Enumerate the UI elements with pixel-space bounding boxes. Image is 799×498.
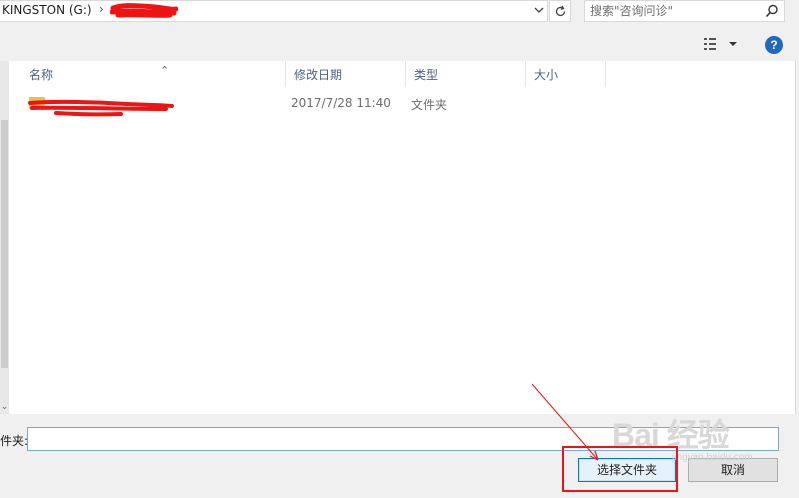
chevron-down-icon[interactable] (532, 3, 546, 17)
file-list[interactable]: 名称 ⌃ 修改日期 类型 大小 2017/7/28 11:40 文件夹 (10, 61, 796, 414)
search-box[interactable] (584, 0, 785, 22)
search-icon[interactable] (765, 4, 779, 18)
column-header-name[interactable]: 名称 ⌃ (21, 61, 286, 87)
row-modified-date: 2017/7/28 11:40 (291, 96, 391, 110)
sort-ascending-icon: ⌃ (160, 64, 170, 77)
column-header-label: 大小 (534, 68, 559, 82)
help-icon[interactable]: ? (765, 36, 783, 54)
column-header-label: 类型 (414, 68, 439, 82)
annotation-highlight (562, 446, 678, 492)
search-input[interactable] (590, 3, 760, 19)
row-type: 文件夹 (411, 98, 448, 112)
scroll-down-icon[interactable]: ⌄ (0, 402, 9, 412)
redaction-scribble (28, 99, 174, 117)
column-header-label: 名称 (29, 68, 54, 82)
table-row[interactable]: 2017/7/28 11:40 文件夹 (21, 93, 606, 117)
view-options-icon[interactable] (702, 35, 742, 53)
breadcrumb-separator[interactable]: › (99, 2, 104, 16)
column-header-size[interactable]: 大小 (526, 61, 606, 87)
nav-scrollbar-thumb[interactable] (1, 120, 8, 368)
breadcrumb-drive[interactable]: KINGSTON (G:) (2, 3, 92, 17)
column-header-date[interactable]: 修改日期 (286, 61, 406, 87)
column-header-type[interactable]: 类型 (406, 61, 526, 87)
redaction-scribble (110, 3, 178, 18)
folder-field-label: 件夹: (0, 434, 29, 448)
pane-divider (795, 61, 796, 414)
refresh-icon (555, 5, 566, 17)
column-header-label: 修改日期 (294, 68, 343, 82)
refresh-button[interactable] (549, 0, 571, 22)
watermark-url: jingyan.baidu.com (672, 452, 753, 463)
